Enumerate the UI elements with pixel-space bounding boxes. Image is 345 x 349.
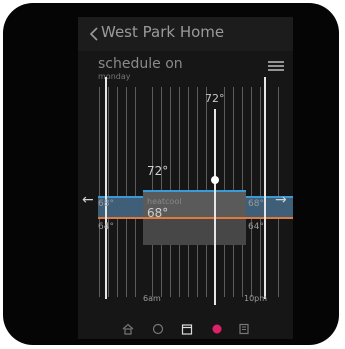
day-start-line: [105, 77, 107, 299]
hamburger-menu-icon[interactable]: [268, 61, 284, 71]
cool-label-left: 68°: [98, 199, 114, 209]
settings-icon[interactable]: [238, 323, 250, 335]
header-bar: West Park Home: [78, 17, 293, 51]
day-label: monday: [98, 72, 131, 81]
alert-icon[interactable]: [211, 323, 223, 335]
calendar-icon[interactable]: [181, 323, 193, 335]
chevron-left-icon[interactable]: [86, 25, 102, 43]
hour-gridline: [108, 87, 109, 297]
cool-label-right: 68°: [248, 199, 264, 209]
page-title: West Park Home: [101, 23, 225, 41]
heat-label-middle: 68°: [147, 206, 169, 220]
schedule-status: schedule on: [98, 56, 183, 72]
app-screen: West Park Home schedule on monday 72° 68…: [78, 17, 293, 339]
day-end-line: [264, 77, 266, 299]
middle-band-lower: [143, 219, 246, 245]
mode-label-middle: heatcool: [147, 197, 182, 206]
current-setpoint-label: 72°: [205, 92, 225, 105]
hour-gridline: [99, 87, 100, 297]
home-icon[interactable]: [122, 323, 134, 335]
heat-setpoint-line-right: [246, 217, 293, 219]
cool-setpoint-line-middle: [143, 190, 246, 192]
heat-label-left: 64°: [98, 222, 114, 232]
thermostat-icon[interactable]: [152, 323, 164, 335]
scroll-right-arrow-icon[interactable]: →: [275, 193, 287, 207]
cool-label-middle: 72°: [147, 164, 169, 178]
hour-gridline: [251, 87, 252, 297]
scroll-left-arrow-icon[interactable]: ←: [82, 193, 94, 207]
hour-gridline: [260, 87, 261, 297]
current-time-line[interactable]: [214, 109, 216, 305]
heat-label-right: 64°: [248, 222, 264, 232]
tablet-device: West Park Home schedule on monday 72° 68…: [3, 3, 339, 345]
hour-gridline: [117, 87, 118, 297]
time-label-end: 10pm: [244, 294, 268, 303]
hour-gridline: [135, 87, 136, 297]
time-label-start: 6am: [143, 294, 161, 303]
hour-gridline: [126, 87, 127, 297]
setpoint-handle[interactable]: [211, 176, 219, 184]
